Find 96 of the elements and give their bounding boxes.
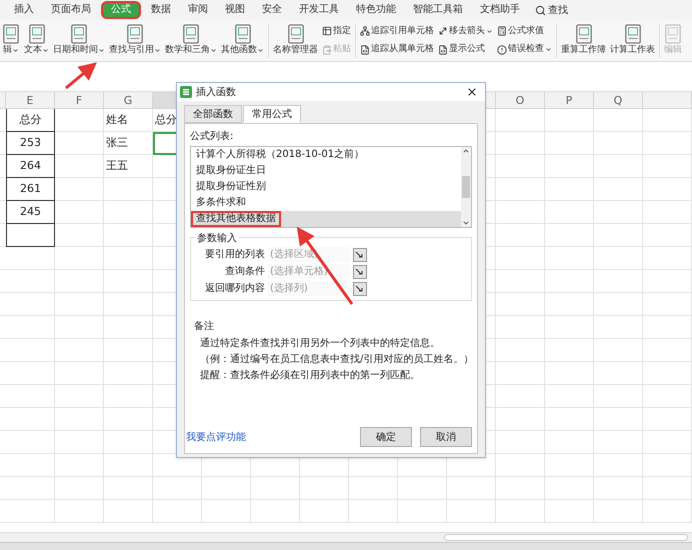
app-logo-icon (180, 86, 192, 98)
clipboard-icon (322, 44, 332, 55)
book-icon (574, 24, 592, 44)
table-cell: 261 (6, 178, 55, 201)
table-icon (322, 26, 332, 36)
caret-icon (257, 47, 264, 54)
ribbon-small-button[interactable]: 移去箭头 (438, 24, 493, 38)
ribbon-button[interactable]: 文本 (22, 24, 51, 58)
formula-list-item[interactable]: 提取身份证生日 (191, 163, 271, 179)
book-icon (624, 24, 642, 44)
input-field[interactable]: (选择列) (268, 281, 350, 296)
group-label: 参数输入 (195, 231, 239, 246)
ribbon-tab[interactable]: 开发工具 (292, 1, 346, 19)
note-text: 通过特定条件查找并引用另外一个列表中的特定信息。 (200, 336, 441, 351)
ribbon-tab[interactable]: 插入 (7, 1, 41, 19)
book-icon (70, 24, 88, 44)
scrollbar[interactable] (461, 147, 471, 227)
ribbon-tab[interactable]: 数据 (144, 1, 178, 19)
formula-list-item[interactable]: 计算个人所得税（2018-10-01之前） (191, 147, 370, 163)
book-icon (28, 24, 46, 44)
caret-icon (545, 46, 552, 54)
ribbon-tab[interactable]: 特色功能 (349, 1, 403, 19)
table-cell: 张三 (104, 132, 153, 155)
dialog-tab[interactable]: 常用公式 (243, 105, 301, 123)
note-text: （例：通过编号在员工信息表中查找/引用对应的员工姓名。） (200, 352, 472, 367)
ribbon-small-button[interactable]: 追踪引用单元格 (360, 24, 434, 38)
caret-icon (12, 47, 19, 54)
column-header[interactable]: E (6, 92, 55, 108)
ribbon-button[interactable]: 计算工作表 (608, 24, 657, 58)
book-icon (182, 24, 200, 44)
formula-list-item[interactable]: 多条件求和 (191, 195, 251, 211)
scroll-thumb[interactable] (462, 176, 470, 198)
ribbon-button[interactable]: 其他函数 (219, 24, 266, 58)
ribbon-button[interactable]: 数学和三角 (163, 24, 219, 58)
ribbon-button[interactable]: 查找与引用 (107, 24, 163, 58)
list-label: 公式列表: (190, 130, 234, 144)
table-cell: 王五 (104, 155, 153, 178)
ribbon-tab[interactable]: 审阅 (181, 1, 215, 19)
scroll-down-icon[interactable] (462, 219, 470, 227)
ribbon-small-button[interactable]: 追踪从属单元格 (360, 43, 434, 56)
column-header[interactable]: F (55, 92, 104, 108)
table-cell: 总分 (6, 109, 55, 132)
param-label: 查询条件 (224, 264, 265, 279)
horizontal-scrollbar[interactable] (444, 534, 688, 541)
dialog-button[interactable]: 确定 (360, 427, 412, 447)
dialog-button[interactable]: 取消 (420, 427, 472, 447)
feedback-link[interactable]: 我要点评功能 (186, 430, 360, 444)
ribbon-small-button[interactable]: 显示公式 (438, 43, 493, 56)
evaluate-icon (497, 26, 507, 36)
scroll-up-icon[interactable] (462, 147, 470, 155)
caret-icon (154, 47, 161, 54)
dialog-title: 插入函数 (196, 86, 237, 100)
close-icon[interactable] (466, 86, 478, 98)
annotation-arrow (65, 62, 97, 90)
book-icon (234, 24, 252, 44)
formula-list-item[interactable]: 查找其他表格数据 (191, 211, 281, 227)
caret-icon (210, 47, 217, 54)
ribbon-tab[interactable]: 视图 (218, 1, 252, 19)
note-text: 提醒：查找条件必须在引用列表中的第一列匹配。 (200, 368, 421, 383)
ribbon-button[interactable]: 日期和时间 (51, 24, 107, 58)
book-icon (126, 24, 144, 44)
param-label: 要引用的列表 (204, 248, 265, 262)
dialog-tab[interactable]: 全部函数 (184, 105, 242, 123)
ribbon-tab[interactable]: 智能工具箱 (406, 1, 470, 19)
alert-icon (497, 44, 507, 55)
table-cell: 姓名 (104, 109, 153, 132)
caret-icon (42, 47, 49, 54)
search-button[interactable]: 查找 (529, 2, 574, 18)
ribbon-button[interactable]: 辑 (0, 24, 22, 58)
column-header[interactable]: Q (594, 92, 643, 108)
range-select-icon[interactable] (353, 282, 367, 296)
ribbon-tab[interactable]: 页面布局 (44, 1, 98, 19)
range-select-icon[interactable] (353, 248, 367, 262)
ribbon-button[interactable]: 重算工作簿 (559, 24, 608, 58)
search-icon (535, 4, 546, 16)
table-cell: 245 (6, 201, 55, 224)
ribbon-tab[interactable]: 安全 (255, 1, 289, 19)
column-header[interactable]: P (545, 92, 594, 108)
ribbon-small-button[interactable]: 错误检查 (497, 43, 552, 56)
ribbon-small-button[interactable]: 公式求值 (497, 24, 552, 38)
notes-label: 备注 (194, 320, 215, 334)
column-header[interactable]: O (496, 92, 545, 108)
param-label: 返回哪列内容 (204, 282, 265, 296)
table-cell: 264 (6, 155, 55, 178)
book-icon (664, 24, 682, 44)
ribbon-small-button[interactable]: 指定 (322, 24, 351, 38)
ribbon-tab[interactable]: 文档助手 (473, 1, 527, 19)
range-select-icon[interactable] (353, 264, 367, 278)
ribbon-button[interactable]: 名称管理器 (271, 24, 320, 58)
table-cell: 253 (6, 132, 55, 155)
formula-icon (438, 44, 448, 55)
caret-icon (98, 47, 105, 54)
arrow-icon (438, 26, 448, 36)
book-icon (286, 24, 304, 44)
formula-list-item[interactable]: 提取身份证性别 (191, 179, 271, 195)
caret-icon (486, 28, 493, 35)
